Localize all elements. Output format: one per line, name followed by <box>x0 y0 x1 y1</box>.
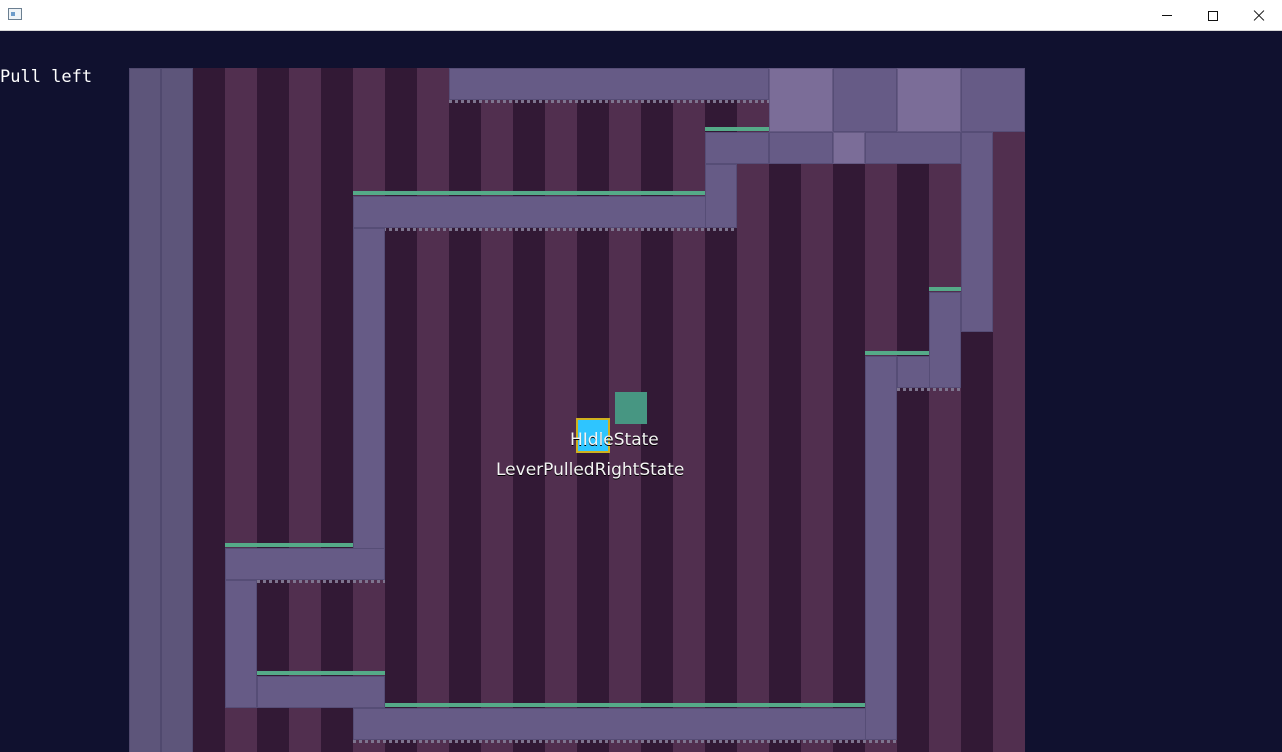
close-button[interactable] <box>1236 0 1282 31</box>
grass-edge <box>225 543 353 547</box>
wall-tile <box>897 68 961 132</box>
background-stripe <box>737 68 769 752</box>
background-stripe <box>929 68 961 752</box>
grass-edge <box>257 671 385 675</box>
background-stripe <box>993 68 1025 752</box>
wall-tile <box>449 68 769 100</box>
maximize-button[interactable] <box>1190 0 1236 31</box>
app-window-icon <box>8 8 22 20</box>
wall-tile <box>353 708 897 740</box>
lever-object[interactable] <box>615 392 647 424</box>
studded-underside <box>353 740 897 743</box>
background-stripe <box>289 68 321 752</box>
wall-tile <box>961 68 1025 132</box>
wall-tile <box>161 68 193 752</box>
studded-underside <box>353 228 737 231</box>
wall-tile <box>929 292 961 388</box>
grass-edge <box>385 703 865 707</box>
grass-edge <box>705 127 769 131</box>
wall-tile <box>129 68 161 752</box>
game-canvas[interactable]: Pull left HIdleState LeverPulledRightSta… <box>0 31 1282 752</box>
wall-tile <box>353 196 737 228</box>
player-state-label: HIdleState <box>570 430 659 450</box>
wall-tile <box>225 580 257 708</box>
background-stripe <box>673 68 705 752</box>
studded-underside <box>257 580 385 583</box>
wall-tile <box>257 676 385 708</box>
wall-tile <box>865 132 961 164</box>
background-stripe <box>417 68 449 752</box>
wall-tile <box>225 548 385 580</box>
wall-tile <box>961 132 993 332</box>
grass-edge <box>865 351 929 355</box>
wall-tile <box>769 132 833 164</box>
background-stripe <box>801 68 833 752</box>
lever-state-label: LeverPulledRightState <box>496 460 685 480</box>
studded-underside <box>449 100 769 103</box>
wall-tile <box>865 356 897 740</box>
wall-tile <box>353 228 385 580</box>
wall-tile <box>769 68 833 132</box>
studded-underside <box>897 388 961 391</box>
wall-tile <box>705 164 737 228</box>
hud-status: Pull left <box>0 67 93 87</box>
background-stripe <box>545 68 577 752</box>
grass-edge <box>929 287 961 291</box>
grass-edge <box>353 191 705 195</box>
wall-tile <box>705 132 769 164</box>
wall-tile <box>833 132 865 164</box>
wall-tile <box>833 68 897 132</box>
minimize-button[interactable] <box>1144 0 1190 31</box>
background-stripe <box>481 68 513 752</box>
window-titlebar <box>0 0 1282 31</box>
